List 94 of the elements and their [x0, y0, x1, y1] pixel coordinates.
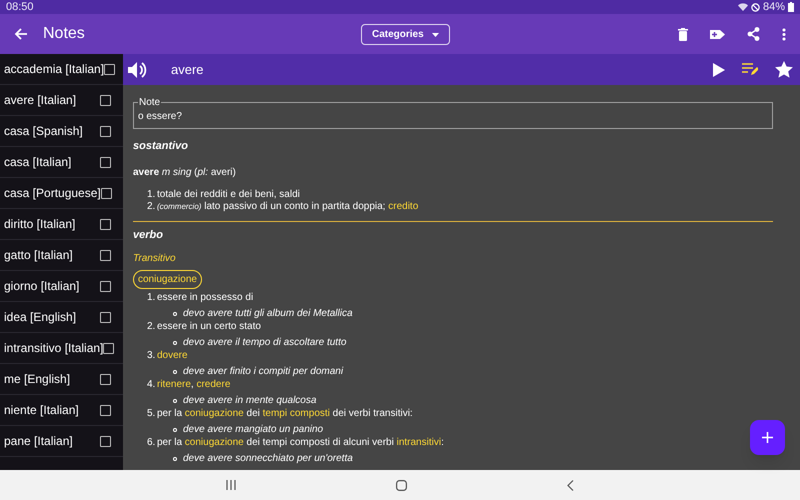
link[interactable]: coniugazione: [184, 408, 244, 419]
label-add-icon[interactable]: [710, 28, 725, 40]
sense-number: 3.: [147, 350, 156, 362]
bullet-icon: [173, 341, 177, 345]
checkbox[interactable]: [100, 250, 111, 260]
link[interactable]: credere: [196, 379, 230, 390]
definition-text: ,: [190, 379, 195, 390]
example-sentence: deve aver finito i compiti per domani: [183, 366, 344, 378]
back-icon[interactable]: [567, 480, 574, 490]
sidebar-item[interactable]: idea [English]: [0, 302, 123, 333]
definition-text: dei: [246, 408, 261, 419]
bullet-icon: [173, 312, 177, 316]
example-sentence: devo avere il tempo di ascoltare tutto: [183, 337, 346, 349]
checkbox[interactable]: [100, 188, 112, 198]
status-time: 08:50: [6, 0, 34, 15]
battery-icon: [788, 2, 794, 12]
back-arrow-icon[interactable]: [14, 27, 28, 41]
sidebar-item[interactable]: pane [Italian]: [0, 426, 123, 457]
edit-list-icon[interactable]: [742, 63, 758, 76]
link[interactable]: dovere: [157, 350, 188, 361]
definition-text: per la: [157, 437, 184, 448]
sidebar-item[interactable]: intransitivo [Italian]: [0, 333, 123, 364]
bullet-icon: [173, 399, 177, 403]
definition-text: :: [441, 437, 444, 448]
checkbox[interactable]: [100, 218, 111, 230]
more-options-icon[interactable]: [782, 28, 786, 40]
example-sentence: devo avere tutti gli album dei Metallica: [183, 308, 353, 320]
bullet-icon: [173, 428, 177, 432]
definition-text: lato passivo di un conto in partita doppia;: [203, 200, 386, 212]
play-icon[interactable]: [713, 62, 725, 76]
link[interactable]: credito: [388, 200, 418, 212]
share-icon[interactable]: [747, 27, 760, 41]
sidebar-item[interactable]: niente [Italian]: [0, 395, 123, 426]
definition-text: totale dei redditi e dei beni, saldi: [157, 188, 300, 200]
sidebar-item[interactable]: gatto [Italian]: [0, 240, 123, 271]
headword: avere m sing (pl: averi): [133, 166, 237, 180]
dropdown-caret-icon: [432, 32, 439, 36]
definition-text: per la: [157, 408, 184, 419]
checkbox[interactable]: [104, 64, 116, 74]
wifi-icon: [738, 3, 748, 11]
home-icon[interactable]: [396, 480, 407, 490]
checkbox[interactable]: [100, 280, 111, 292]
checkbox[interactable]: [100, 126, 111, 136]
grammar-label: Transitivo: [133, 252, 177, 266]
sense-number: 1.: [147, 188, 156, 200]
example-sentence: deve avere sonnecchiato per un'oretta: [183, 453, 353, 465]
example-sentence: deve avere in mente qualcosa: [183, 395, 316, 407]
categories-dropdown[interactable]: Categories: [361, 24, 450, 45]
sidebar-item[interactable]: me [English]: [0, 364, 123, 395]
checkbox[interactable]: [100, 156, 111, 168]
sense-number: 6.: [147, 437, 156, 449]
link[interactable]: tempi composti: [262, 408, 330, 419]
section-heading: verbo: [133, 228, 164, 242]
definition-text: dei tempi composti di alcuni verbi: [246, 437, 395, 448]
trash-icon[interactable]: [678, 28, 688, 40]
sidebar-item[interactable]: casa [Spanish]: [0, 116, 123, 147]
checkbox[interactable]: [103, 342, 114, 354]
note-field[interactable]: Note o essere?: [133, 95, 773, 129]
link[interactable]: coniugazione: [184, 437, 244, 448]
checkbox[interactable]: [100, 374, 111, 384]
section-heading: sostantivo: [133, 139, 190, 154]
conjugation-chip[interactable]: coniugazione: [133, 270, 202, 289]
sidebar-item[interactable]: giorno [Italian]: [0, 271, 123, 302]
add-button[interactable]: [750, 420, 785, 455]
link[interactable]: intransitivi: [396, 437, 442, 448]
bullet-icon: [173, 370, 177, 374]
star-icon[interactable]: [775, 61, 793, 78]
sense-number: 4.: [147, 379, 156, 391]
entry-word: avere: [171, 60, 204, 79]
checkbox[interactable]: [100, 94, 111, 106]
app-title: Notes: [43, 24, 85, 44]
sense-number: 1.: [147, 292, 156, 304]
speaker-icon[interactable]: [128, 60, 148, 78]
example-sentence: deve avere mangiato un panino: [183, 424, 324, 436]
battery-percent: 84%: [762, 0, 785, 15]
sense-number: 2.: [147, 200, 156, 212]
sidebar-item[interactable]: avere [Italian]: [0, 85, 123, 116]
blocked-icon: [750, 2, 760, 12]
definition-text: dei verbi transitivi:: [332, 408, 413, 419]
sidebar-item[interactable]: casa [Portuguese]: [0, 178, 123, 209]
sidebar-item[interactable]: diritto [Italian]: [0, 209, 123, 240]
sense-number: 5.: [147, 408, 156, 420]
sidebar-item[interactable]: casa [Italian]: [0, 147, 123, 178]
definition-text: essere in possesso di: [157, 292, 254, 304]
sense-number: 2.: [147, 321, 156, 333]
checkbox[interactable]: [100, 436, 111, 446]
definition-text: (commercio): [157, 202, 202, 210]
definition-text: essere in un certo stato: [157, 321, 261, 333]
bullet-icon: [173, 457, 177, 461]
plus-icon: [762, 432, 773, 443]
link[interactable]: ritenere: [157, 379, 191, 390]
recent-apps-icon[interactable]: [226, 480, 236, 490]
checkbox[interactable]: [100, 312, 111, 322]
checkbox[interactable]: [100, 404, 111, 416]
